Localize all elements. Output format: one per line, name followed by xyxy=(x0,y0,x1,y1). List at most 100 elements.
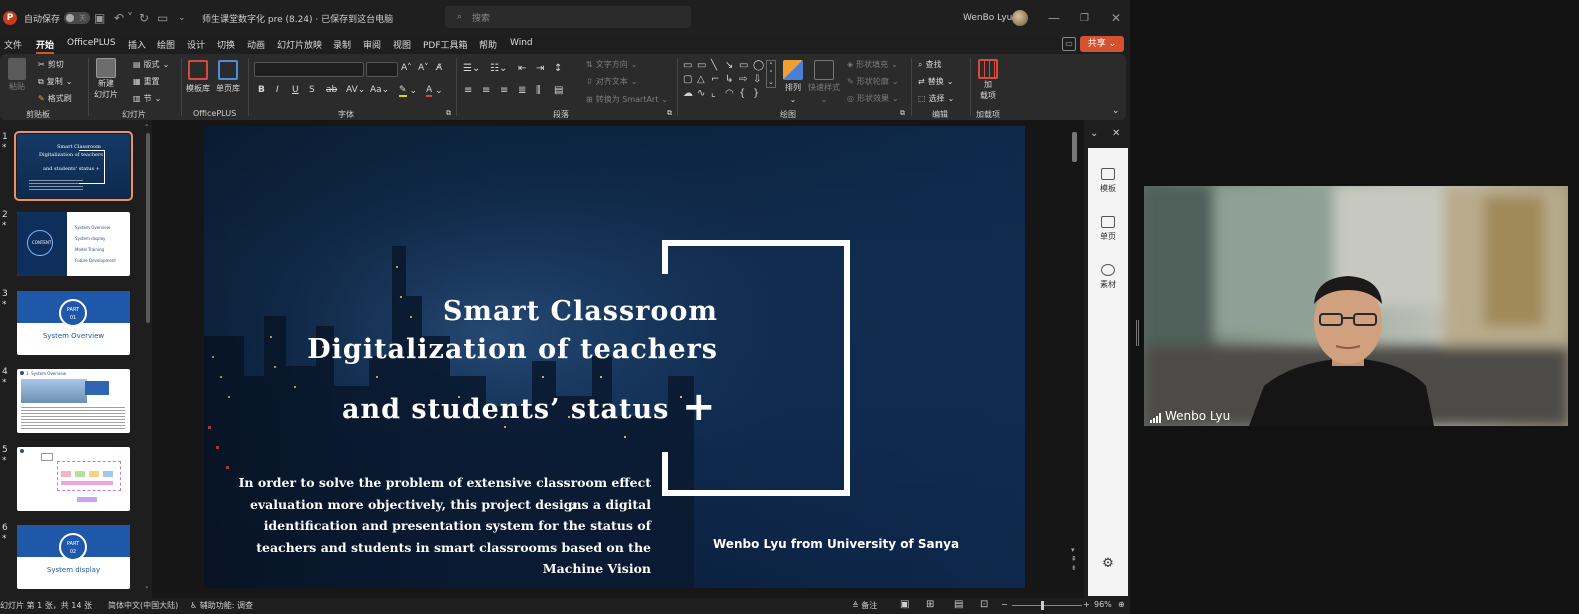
justify-button[interactable]: ≣ xyxy=(518,85,526,96)
tab-record[interactable]: 录制 xyxy=(333,38,351,51)
notes-button[interactable]: ≜ 备注 xyxy=(852,600,877,611)
decrease-indent-button[interactable]: ⇤ xyxy=(518,63,526,74)
slide-thumbnail-5[interactable] xyxy=(17,447,130,511)
slide-thumbnail-1[interactable]: Smart Classroom Digitalization of teache… xyxy=(14,131,133,201)
align-left-button[interactable]: ≡ xyxy=(464,85,472,96)
bold-button[interactable]: B xyxy=(258,85,265,95)
tab-review[interactable]: 审阅 xyxy=(363,38,381,51)
paste-button[interactable]: 粘贴 xyxy=(8,58,26,92)
textbox-shape-icon[interactable]: ▭ xyxy=(683,60,692,71)
pane-settings-button[interactable]: ⚙ xyxy=(1088,556,1128,571)
tab-transitions[interactable]: 切换 xyxy=(217,38,235,51)
undo-icon[interactable]: ↶ xyxy=(114,0,124,36)
collapse-ribbon-icon[interactable]: ⌄ xyxy=(1112,106,1120,116)
line-shape-icon[interactable]: ╲ xyxy=(711,60,717,71)
shape-effects-button[interactable]: ◎ 形状效果 ⌄ xyxy=(847,93,899,104)
user-name[interactable]: WenBo Lyu xyxy=(963,0,1012,36)
tab-slideshow[interactable]: 幻灯片放映 xyxy=(277,38,322,51)
splitter-handle[interactable] xyxy=(1136,320,1139,346)
right-arrow-shape-icon[interactable]: ⇨ xyxy=(739,74,747,85)
triangle-shape-icon[interactable]: △ xyxy=(697,74,705,85)
tab-design[interactable]: 设计 xyxy=(187,38,205,51)
tab-insert[interactable]: 插入 xyxy=(128,38,146,51)
current-slide[interactable]: Smart Classroom Digitalization of teache… xyxy=(204,126,1025,588)
fit-to-window-icon[interactable]: ⊕ xyxy=(1118,600,1125,609)
zoom-out-icon[interactable]: − xyxy=(1001,600,1008,609)
tab-file[interactable]: 文件 xyxy=(4,38,22,51)
slide-sorter-icon[interactable]: ⊞ xyxy=(926,599,934,610)
slideshow-view-icon[interactable]: ⊡ xyxy=(980,599,988,610)
text-direction-button[interactable]: ⇅ 文字方向 ⌄ xyxy=(586,59,637,70)
drawing-dialog-launcher-icon[interactable]: ⧉ xyxy=(900,109,905,118)
align-text-button[interactable]: ⇳ 对齐文本 ⌄ xyxy=(586,76,637,87)
reset-button[interactable]: ▦ 重置 xyxy=(133,76,160,87)
comments-icon[interactable]: ▭ xyxy=(1062,37,1076,51)
restore-icon[interactable]: ❐ xyxy=(1080,0,1089,36)
zoom-in-icon[interactable]: + xyxy=(1083,600,1090,609)
arc-shape-icon[interactable]: ◠ xyxy=(725,88,734,99)
shape-fill-button[interactable]: ◈ 形状填充 ⌄ xyxy=(847,59,898,70)
pane-template-button[interactable]: 模板 xyxy=(1088,168,1128,194)
arrow-line-shape-icon[interactable]: ↘ xyxy=(725,60,733,71)
right-brace-shape-icon[interactable]: } xyxy=(753,88,759,99)
autosave-toggle[interactable]: 关 xyxy=(60,0,90,36)
align-right-button[interactable]: ≡ xyxy=(500,85,508,96)
font-name-dropdown[interactable] xyxy=(254,62,364,77)
tab-wind[interactable]: Wind xyxy=(510,38,533,48)
slide-title-line-3[interactable]: and students’ status xyxy=(342,394,669,425)
save-icon[interactable]: ▣ xyxy=(94,0,105,36)
replace-button[interactable]: ⇄ 替换 ⌄ xyxy=(918,76,953,87)
close-icon[interactable]: ✕ xyxy=(1111,0,1121,36)
start-presentation-icon[interactable]: ▭ xyxy=(157,0,168,36)
convert-smartart-button[interactable]: ⊞ 转换为 SmartArt ⌄ xyxy=(586,94,668,105)
find-button[interactable]: ⌕ 查找 xyxy=(918,59,941,70)
tab-officeplus[interactable]: OfficePLUS xyxy=(67,38,116,48)
cut-button[interactable]: ✂ 剪切 xyxy=(38,59,64,70)
format-painter-button[interactable]: ✎ 格式刷 xyxy=(38,93,72,104)
customize-toolbar-icon[interactable]: ⌄ xyxy=(178,0,186,36)
shapes-gallery[interactable]: ▭ ▭ ╲ ↘ ▭ ◯ ▢ △ ⌐ ↳ ⇨ ⇩ ☁ ∿ ⌞ ◠ { } xyxy=(683,60,775,106)
oval-shape-icon[interactable]: ◯ xyxy=(753,60,764,71)
char-spacing-button[interactable]: AV⌄ xyxy=(346,85,365,95)
rounded-rect-shape-icon[interactable]: ▢ xyxy=(683,74,692,85)
tab-view[interactable]: 视图 xyxy=(393,38,411,51)
shapes-scroll-control[interactable]: ˄ ˅ ⌄ xyxy=(766,60,776,88)
addins-button[interactable]: 加 载项 xyxy=(978,59,998,101)
undo-dropdown-icon[interactable]: ˅ xyxy=(127,0,133,36)
grow-font-button[interactable]: A˄ xyxy=(401,63,412,73)
vertical-textbox-shape-icon[interactable]: ▭ xyxy=(697,60,706,71)
copy-button[interactable]: ⧉ 复制 ⌄ xyxy=(38,76,72,87)
slide-thumbnail-2[interactable]: CONTENT System Overview System display M… xyxy=(17,212,130,276)
font-color-button[interactable]: A ⌄ xyxy=(426,85,443,97)
share-button[interactable]: 共享 ⌄ xyxy=(1080,36,1124,52)
tab-animations[interactable]: 动画 xyxy=(247,38,265,51)
search-input[interactable]: ⌕ 搜索 xyxy=(445,6,691,28)
change-case-button[interactable]: Aa⌄ xyxy=(370,85,389,95)
tab-draw[interactable]: 绘图 xyxy=(157,38,175,51)
corner-shape-icon[interactable]: ⌞ xyxy=(711,88,716,99)
rectangle-shape-icon[interactable]: ▭ xyxy=(739,60,748,71)
quick-styles-button[interactable]: 快速样式 ⌄ xyxy=(808,60,840,104)
slide-title-line-2[interactable]: Digitalization of teachers xyxy=(307,334,718,365)
arrange-button[interactable]: 排列 ⌄ xyxy=(783,60,803,104)
highlight-button[interactable]: ✎ ⌄ xyxy=(399,85,417,97)
thumbnails-scrollbar[interactable] xyxy=(146,133,150,323)
zoom-slider-thumb[interactable] xyxy=(1041,601,1044,610)
scroll-down-arrow-icon[interactable]: ˅ xyxy=(145,586,149,594)
cloud-shape-icon[interactable]: ☁ xyxy=(683,88,693,99)
pane-close-icon[interactable]: ✕ xyxy=(1112,128,1120,139)
curve-shape-icon[interactable]: ∿ xyxy=(697,88,705,99)
increase-indent-button[interactable]: ⇥ xyxy=(536,63,544,74)
clear-format-button[interactable]: A̸ xyxy=(436,63,442,73)
avatar[interactable] xyxy=(1012,0,1028,36)
slide-author[interactable]: Wenbo Lyu from University of Sanya xyxy=(713,537,959,551)
normal-view-icon[interactable]: ▣ xyxy=(900,599,909,610)
numbering-button[interactable]: ☷⌄ xyxy=(490,63,507,74)
pane-collapse-icon[interactable]: ⌄ xyxy=(1090,128,1098,139)
tab-home[interactable]: 开始 xyxy=(36,38,55,54)
columns-button[interactable]: ⫼ xyxy=(536,85,541,96)
tab-pdf-toolbox[interactable]: PDF工具箱 xyxy=(423,38,468,51)
template-library-button[interactable]: 模板库 xyxy=(186,60,210,94)
paragraph-extra-button[interactable]: ▤ xyxy=(554,85,563,96)
single-page-library-button[interactable]: 单页库 xyxy=(216,60,240,94)
